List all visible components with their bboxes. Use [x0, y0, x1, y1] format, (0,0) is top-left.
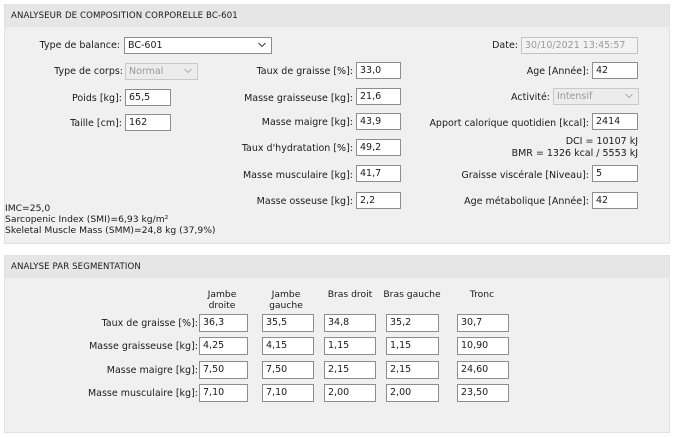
column-header-right-leg: Jambe droite [207, 289, 237, 311]
segment-cell[interactable]: 30,7 [457, 314, 509, 332]
smi-text: Sarcopenic Index (SMI)=6,93 kg/m² [5, 214, 169, 225]
segment-cell[interactable]: 36,3 [199, 314, 248, 332]
segment-cell[interactable]: 7,50 [199, 361, 248, 379]
segment-cell[interactable]: 4,15 [262, 337, 314, 355]
metabolic-age-label: Age métabolique [Année]: [464, 196, 589, 207]
body-type-label: Type de corps: [54, 66, 123, 77]
column-header-left-arm: Bras gauche [383, 289, 441, 300]
age-field[interactable]: 42 [592, 62, 638, 79]
composition-panel-title: ANALYSEUR DE COMPOSITION CORPORELLE BC-6… [5, 5, 669, 27]
column-header-trunk: Tronc [469, 289, 495, 300]
segment-cell[interactable]: 1,15 [386, 337, 439, 355]
hydration-label: Taux d'hydratation [%]: [241, 143, 353, 154]
column-header-right-arm: Bras droit [327, 289, 373, 300]
visceral-fat-label: Graisse viscérale [Niveau]: [461, 170, 589, 181]
segment-row-label: Taux de graisse [%]: [101, 318, 198, 329]
muscle-mass-label: Masse musculaire [kg]: [242, 170, 353, 181]
segment-row-label: Masse graisseuse [kg]: [89, 341, 198, 352]
segment-row-label: Masse maigre [kg]: [106, 365, 198, 376]
fat-mass-field[interactable]: 21,6 [356, 88, 401, 105]
calorie-intake-field[interactable]: 2414 [592, 113, 638, 130]
height-field[interactable]: 162 [125, 114, 171, 131]
visceral-fat-field[interactable]: 5 [592, 165, 638, 182]
date-field: 30/10/2021 13:45:57 [521, 37, 638, 54]
fat-mass-label: Masse graisseuse [kg]: [244, 93, 353, 104]
segment-cell[interactable]: 35,5 [262, 314, 314, 332]
segment-cell[interactable]: 2,00 [324, 384, 376, 402]
activity-select: Intensif [553, 88, 639, 105]
segment-cell[interactable]: 2,15 [324, 361, 376, 379]
segment-cell[interactable]: 1,15 [324, 337, 376, 355]
lean-mass-label: Masse maigre [kg]: [261, 117, 353, 128]
calorie-intake-label: Apport calorique quotidien [kcal]: [429, 118, 589, 129]
bone-mass-field[interactable]: 2,2 [356, 192, 401, 209]
chevron-down-icon [625, 93, 633, 100]
body-type-select: Normal [125, 63, 198, 80]
segment-cell[interactable]: 7,10 [199, 384, 248, 402]
height-label: Taille [cm]: [70, 118, 122, 129]
segmentation-panel-title: ANALYSE PAR SEGMENTATION [5, 256, 669, 278]
segment-cell[interactable]: 34,8 [324, 314, 376, 332]
column-header-left-leg: Jambe gauche [269, 289, 303, 311]
segment-cell[interactable]: 4,25 [199, 337, 248, 355]
segment-cell[interactable]: 24,60 [457, 361, 509, 379]
activity-value: Intensif [557, 91, 593, 102]
fat-rate-field[interactable]: 33,0 [356, 62, 401, 79]
chevron-down-icon [184, 68, 192, 75]
age-label: Age [Année]: [526, 66, 589, 77]
bmr-value: BMR = 1326 kcal / 5553 kJ [511, 148, 638, 159]
dci-value: DCI = 10107 kJ [565, 136, 638, 147]
body-type-value: Normal [129, 66, 164, 77]
weight-field[interactable]: 65,5 [125, 89, 171, 106]
balance-type-select[interactable]: BC-601 [124, 37, 272, 54]
hydration-field[interactable]: 49,2 [356, 139, 401, 156]
segment-cell[interactable]: 7,10 [262, 384, 314, 402]
segment-cell[interactable]: 2,15 [386, 361, 439, 379]
balance-type-label: Type de balance: [39, 40, 120, 51]
chevron-down-icon [258, 42, 266, 49]
imc-text: IMC=25,0 [5, 203, 51, 214]
lean-mass-field[interactable]: 43,9 [356, 113, 401, 130]
segment-cell[interactable]: 23,50 [457, 384, 509, 402]
fat-rate-label: Taux de graisse [%]: [256, 66, 353, 77]
muscle-mass-field[interactable]: 41,7 [356, 165, 401, 182]
segment-cell[interactable]: 35,2 [386, 314, 439, 332]
weight-label: Poids [kg]: [72, 93, 122, 104]
smm-text: Skeletal Muscle Mass (SMM)=24,8 kg (37,9… [5, 225, 216, 236]
activity-label: Activité: [511, 92, 550, 103]
segment-row-label: Masse musculaire [kg]: [87, 388, 198, 399]
segment-cell[interactable]: 7,50 [262, 361, 314, 379]
segment-cell[interactable]: 10,90 [457, 337, 509, 355]
date-label: Date: [492, 40, 518, 51]
balance-type-value: BC-601 [128, 40, 163, 51]
bone-mass-label: Masse osseuse [kg]: [256, 196, 353, 207]
metabolic-age-field[interactable]: 42 [592, 192, 638, 209]
segment-cell[interactable]: 2,00 [386, 384, 439, 402]
